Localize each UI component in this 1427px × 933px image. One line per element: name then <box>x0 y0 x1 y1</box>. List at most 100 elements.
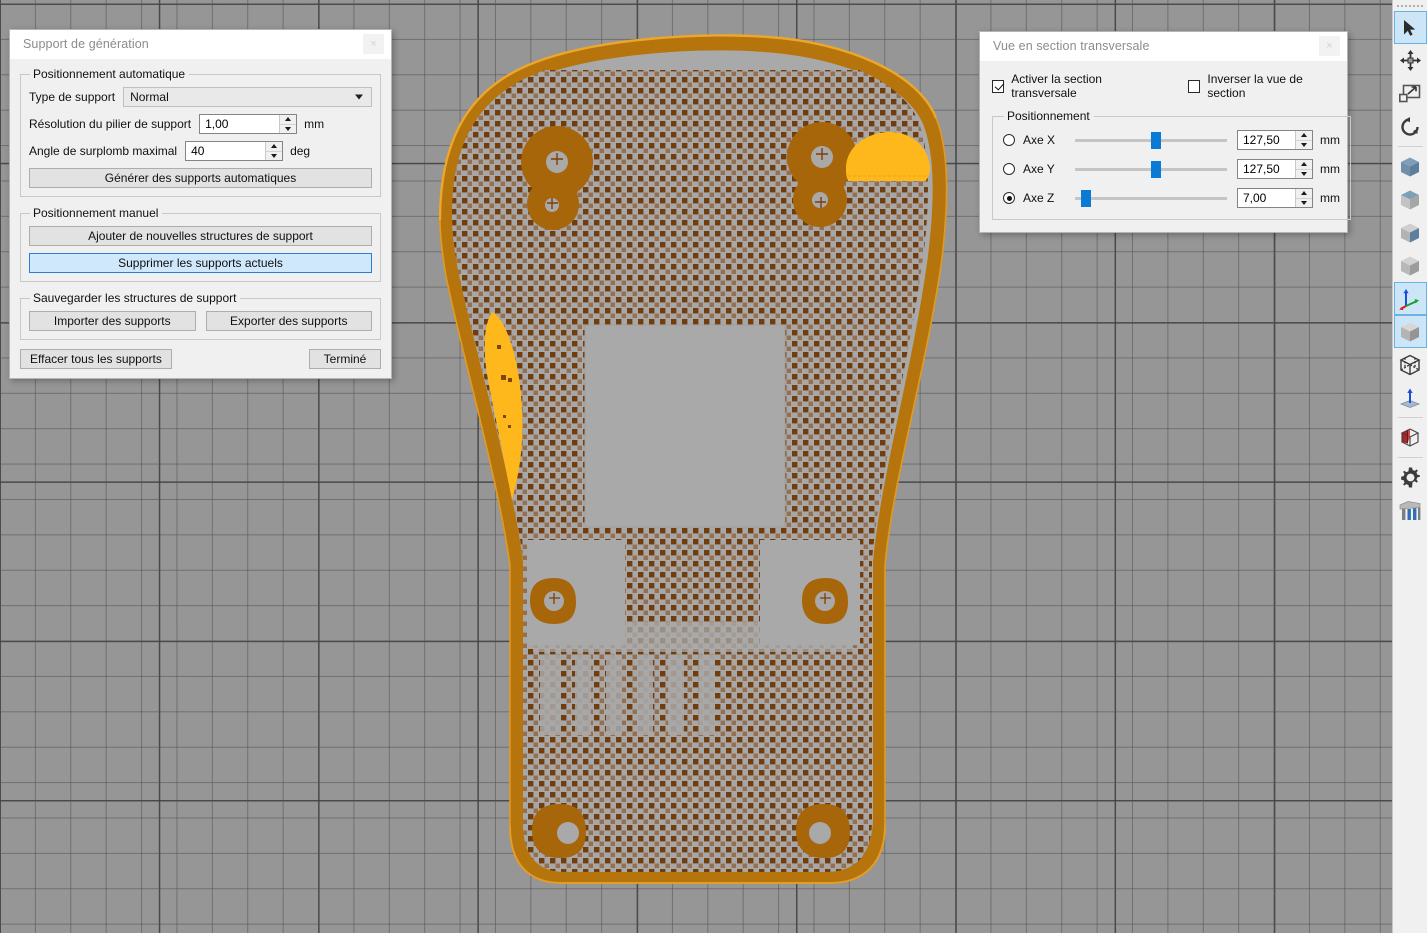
axis-x-value[interactable]: 127,50 <box>1238 131 1295 149</box>
radio-axis-y[interactable] <box>1003 163 1015 175</box>
auto-positioning-legend: Positionnement automatique <box>33 67 186 81</box>
toolbar-separator <box>1397 417 1423 418</box>
cursor-arrow-icon <box>1404 19 1416 36</box>
stepper-buttons <box>1295 160 1312 178</box>
view-top-button[interactable] <box>1394 249 1427 282</box>
stepper-down-icon[interactable] <box>266 152 282 161</box>
slider-handle[interactable] <box>1081 190 1091 207</box>
axis-gizmo-icon <box>1399 288 1419 310</box>
radio-axis-x[interactable] <box>1003 134 1015 146</box>
axis-y-value[interactable]: 127,50 <box>1238 160 1295 178</box>
pillar-resolution-row: Résolution du pilier de support 1,00 mm <box>29 114 372 134</box>
dialog-body: Positionnement automatique Type de suppo… <box>10 59 391 378</box>
stepper-up-icon[interactable] <box>1296 160 1312 170</box>
overhang-angle-label: Angle de surplomb maximal <box>29 144 178 158</box>
clear-all-supports-button[interactable]: Effacer tous les supports <box>20 349 172 369</box>
axis-y-slider[interactable] <box>1075 160 1227 178</box>
manual-positioning-group: Positionnement manuel Ajouter de nouvell… <box>20 206 381 282</box>
stepper-down-icon[interactable] <box>1296 170 1312 179</box>
axis-row-y: Axe Y 127,50 mm <box>1003 159 1340 179</box>
generate-row: Générer des supports automatiques <box>29 168 372 188</box>
dialog-title: Vue en section transversale <box>993 39 1150 53</box>
axis-x-stepper[interactable]: 127,50 <box>1237 130 1313 150</box>
dialog-title-bar: Support de génération × <box>10 30 391 59</box>
dialog-title: Support de génération <box>23 37 149 51</box>
support-type-select[interactable]: Normal <box>123 87 372 107</box>
slider-handle[interactable] <box>1151 161 1161 178</box>
add-supports-row: Ajouter de nouvelles structures de suppo… <box>29 226 372 246</box>
slider-handle[interactable] <box>1151 132 1161 149</box>
scale-resize-icon <box>1399 84 1421 102</box>
tool-rotate-button[interactable] <box>1394 110 1427 143</box>
invert-section-view-checkbox[interactable]: Inverser la vue de section <box>1188 72 1335 100</box>
supports-button[interactable] <box>1394 494 1427 527</box>
import-supports-button[interactable]: Importer des supports <box>29 311 196 331</box>
overhang-angle-stepper[interactable]: 40 <box>185 141 284 161</box>
axis-z-label: Axe Z <box>1023 191 1055 205</box>
rotate-icon <box>1401 116 1419 136</box>
view-left-button[interactable] <box>1394 183 1427 216</box>
close-icon[interactable]: × <box>1319 36 1340 56</box>
normals-button[interactable] <box>1394 381 1427 414</box>
axis-z-stepper[interactable]: 7,00 <box>1237 188 1313 208</box>
radio-axis-z[interactable] <box>1003 192 1015 204</box>
pillar-resolution-stepper[interactable]: 1,00 <box>199 114 298 134</box>
enable-cross-section-checkbox[interactable]: Activer la section transversale <box>992 72 1160 100</box>
cube-right-view-icon <box>1401 223 1419 242</box>
auto-positioning-group: Positionnement automatique Type de suppo… <box>20 67 381 197</box>
wireframe-button[interactable] <box>1394 348 1427 381</box>
dialog-footer: Effacer tous les supports Terminé <box>20 349 381 369</box>
axis-x-slider[interactable] <box>1075 131 1227 149</box>
stepper-down-icon[interactable] <box>1296 141 1312 150</box>
view-right-button[interactable] <box>1394 216 1427 249</box>
save-structures-group: Sauvegarder les structures de support Im… <box>20 291 381 340</box>
support-type-value: Normal <box>130 90 169 104</box>
slider-track <box>1075 197 1227 200</box>
stepper-down-icon[interactable] <box>1296 199 1312 208</box>
cube-left-view-icon <box>1401 190 1419 209</box>
stepper-up-icon[interactable] <box>280 115 297 125</box>
support-type-row: Type de support Normal <box>29 87 372 107</box>
gear-icon <box>1400 467 1420 488</box>
close-icon[interactable]: × <box>363 34 384 54</box>
save-structures-legend: Sauvegarder les structures de support <box>33 291 237 305</box>
done-button[interactable]: Terminé <box>309 349 381 369</box>
axis-row-x: Axe X 127,50 mm <box>1003 130 1340 150</box>
invert-section-view-label: Inverser la vue de section <box>1207 72 1303 100</box>
overhang-angle-value[interactable]: 40 <box>186 142 265 160</box>
axis-y-stepper[interactable]: 127,50 <box>1237 159 1313 179</box>
axis-gizmo-button[interactable] <box>1393 282 1427 315</box>
axis-z-value[interactable]: 7,00 <box>1238 189 1295 207</box>
enable-cross-section-label: Activer la section transversale <box>1011 72 1102 100</box>
stepper-up-icon[interactable] <box>1296 131 1312 141</box>
view-front-button[interactable] <box>1394 150 1427 183</box>
cross-section-button[interactable] <box>1394 421 1427 454</box>
toolbar-separator <box>1397 457 1423 458</box>
axis-row-z: Axe Z 7,00 mm <box>1003 188 1340 208</box>
axis-z-slider[interactable] <box>1075 189 1227 207</box>
stepper-up-icon[interactable] <box>266 142 283 152</box>
tool-scale-button[interactable] <box>1394 77 1427 110</box>
tool-move-button[interactable] <box>1394 44 1427 77</box>
solid-cube-icon <box>1401 322 1419 341</box>
dialog-body: Activer la section transversale Inverser… <box>980 61 1351 232</box>
solid-shading-button[interactable] <box>1393 315 1427 348</box>
support-type-label: Type de support <box>29 90 116 104</box>
stepper-up-icon[interactable] <box>1296 189 1312 199</box>
pillar-resolution-value[interactable]: 1,00 <box>200 115 279 133</box>
settings-button[interactable] <box>1394 461 1427 494</box>
chevron-down-icon <box>355 94 363 100</box>
remove-current-supports-button[interactable]: Supprimer les supports actuels <box>29 253 372 273</box>
axis-x-label: Axe X <box>1023 133 1056 147</box>
tool-select-button[interactable] <box>1393 11 1427 44</box>
axis-z-unit: mm <box>1320 191 1340 205</box>
stepper-down-icon[interactable] <box>280 125 296 134</box>
cube-front-view-icon <box>1401 157 1419 176</box>
generate-auto-supports-button[interactable]: Générer des supports automatiques <box>29 168 372 188</box>
stepper-buttons <box>265 142 283 161</box>
positioning-group: Positionnement Axe X 127,50 mm Axe Y 127… <box>992 109 1351 220</box>
toolbar-drag-handle[interactable] <box>1393 0 1427 11</box>
add-support-structures-button[interactable]: Ajouter de nouvelles structures de suppo… <box>29 226 372 246</box>
positioning-legend: Positionnement <box>1007 109 1090 123</box>
export-supports-button[interactable]: Exporter des supports <box>205 311 372 331</box>
